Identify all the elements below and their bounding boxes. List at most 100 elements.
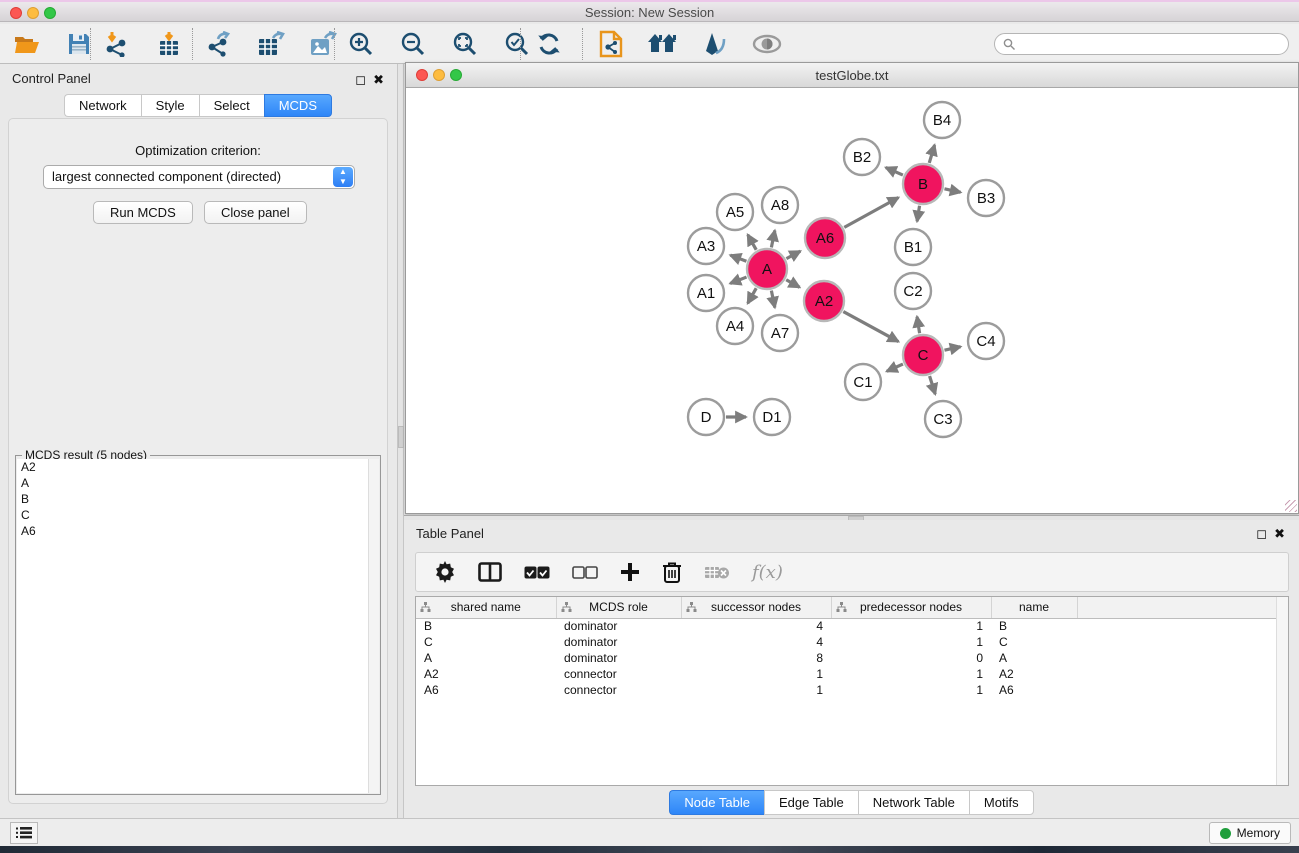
table-cell[interactable]: A <box>416 650 556 666</box>
task-history-button[interactable] <box>10 822 38 844</box>
export-table-icon[interactable] <box>254 27 288 61</box>
mcds-result-item[interactable]: C <box>17 507 369 523</box>
graph-edge-A-A2[interactable] <box>786 280 799 288</box>
zoom-out-icon[interactable] <box>396 27 430 61</box>
network-canvas[interactable]: B4B2BB3A8A5A6A3B1AA1C2A2A4A7C4CC1C3DD1 <box>406 88 1298 513</box>
graph-node-A[interactable]: A <box>747 249 787 289</box>
graph-edge-C-C3[interactable] <box>930 376 936 394</box>
table-cell[interactable]: 4 <box>681 618 831 634</box>
table-cell[interactable]: 1 <box>831 618 991 634</box>
table-row[interactable]: A6connector11A6 <box>416 682 1288 698</box>
graph-node-A4[interactable]: A4 <box>717 308 753 344</box>
table-cell[interactable]: A <box>991 650 1077 666</box>
close-table-panel-icon[interactable]: ✖ <box>1274 526 1285 542</box>
graph-node-C[interactable]: C <box>903 335 943 375</box>
divider-handle[interactable] <box>398 426 404 448</box>
graph-node-B[interactable]: B <box>903 164 943 204</box>
delete-column-icon[interactable] <box>662 557 682 587</box>
column-header-shared-name[interactable]: shared name <box>416 597 556 618</box>
graph-node-C1[interactable]: C1 <box>845 364 881 400</box>
graph-edge-B-B4[interactable] <box>929 145 934 163</box>
vertical-split-divider[interactable] <box>397 64 404 818</box>
table-row[interactable]: Cdominator41C <box>416 634 1288 650</box>
graph-edge-A-A8[interactable] <box>771 230 774 247</box>
table-cell[interactable]: 1 <box>831 682 991 698</box>
table-row[interactable]: Bdominator41B <box>416 618 1288 634</box>
column-header-successor-nodes[interactable]: successor nodes <box>681 597 831 618</box>
graph-edge-A-A4[interactable] <box>748 288 757 303</box>
style-painter-icon[interactable] <box>698 27 732 61</box>
table-tab-edge-table[interactable]: Edge Table <box>764 790 858 815</box>
table-cell[interactable]: A6 <box>416 682 556 698</box>
criterion-dropdown[interactable]: largest connected component (directed) ▲… <box>43 165 355 189</box>
graph-edge-B-B3[interactable] <box>944 189 960 193</box>
table-tab-network-table[interactable]: Network Table <box>858 790 969 815</box>
graph-edge-B-B2[interactable] <box>886 168 903 176</box>
table-cell[interactable]: 8 <box>681 650 831 666</box>
table-cell[interactable]: dominator <box>556 650 681 666</box>
window-resize-grip[interactable] <box>1285 500 1297 512</box>
table-cell[interactable]: 0 <box>831 650 991 666</box>
graph-edge-B-B1[interactable] <box>917 206 919 222</box>
table-cell[interactable]: dominator <box>556 618 681 634</box>
function-builder-icon[interactable]: f(x) <box>752 557 783 587</box>
select-all-columns-icon[interactable] <box>524 557 550 587</box>
refresh-icon[interactable] <box>532 27 566 61</box>
mcds-result-list[interactable]: A2ABCA6 <box>17 459 369 793</box>
table-settings-icon[interactable] <box>434 557 456 587</box>
network-window-titlebar[interactable]: testGlobe.txt <box>406 63 1298 88</box>
table-cell[interactable]: A2 <box>991 666 1077 682</box>
graph-node-B1[interactable]: B1 <box>895 229 931 265</box>
mcds-result-item[interactable]: A6 <box>17 523 369 539</box>
table-cell[interactable]: dominator <box>556 634 681 650</box>
table-cell[interactable]: 1 <box>831 634 991 650</box>
table-cell[interactable]: A2 <box>416 666 556 682</box>
table-row[interactable]: Adominator80A <box>416 650 1288 666</box>
graph-node-A5[interactable]: A5 <box>717 194 753 230</box>
control-tab-select[interactable]: Select <box>199 94 264 117</box>
graph-edge-A-A7[interactable] <box>771 291 774 308</box>
mcds-result-item[interactable]: A2 <box>17 459 369 475</box>
graph-edge-C-C4[interactable] <box>944 347 960 351</box>
graph-node-B3[interactable]: B3 <box>968 180 1004 216</box>
graph-edge-C-C2[interactable] <box>917 317 920 334</box>
table-cell[interactable]: A6 <box>991 682 1077 698</box>
column-header-name[interactable]: name <box>991 597 1077 618</box>
table-cell[interactable]: connector <box>556 682 681 698</box>
graph-node-A7[interactable]: A7 <box>762 315 798 351</box>
export-network-icon[interactable] <box>202 27 236 61</box>
mcds-result-scrollbar[interactable] <box>368 459 379 793</box>
mcds-result-item[interactable]: A <box>17 475 369 491</box>
float-panel-icon[interactable]: ◻ <box>355 72 366 88</box>
network-graph[interactable]: B4B2BB3A8A5A6A3B1AA1C2A2A4A7C4CC1C3DD1 <box>406 88 1298 513</box>
import-table-icon[interactable] <box>152 27 186 61</box>
graph-node-A6[interactable]: A6 <box>805 218 845 258</box>
column-header-MCDS-role[interactable]: MCDS role <box>556 597 681 618</box>
graph-node-C4[interactable]: C4 <box>968 323 1004 359</box>
add-column-icon[interactable] <box>620 557 640 587</box>
graph-edge-C-C1[interactable] <box>887 364 903 371</box>
first-neighbors-icon[interactable] <box>646 27 680 61</box>
node-table[interactable]: shared nameMCDS rolesuccessor nodesprede… <box>415 596 1289 786</box>
graph-node-D[interactable]: D <box>688 399 724 435</box>
column-selector-icon[interactable] <box>478 557 502 587</box>
table-cell[interactable]: 1 <box>681 666 831 682</box>
zoom-selected-icon[interactable] <box>500 27 534 61</box>
graph-edge-A6-B[interactable] <box>844 198 898 228</box>
new-network-from-selection-icon[interactable] <box>594 27 628 61</box>
graph-edge-A-A6[interactable] <box>786 251 800 258</box>
table-cell[interactable]: 1 <box>831 666 991 682</box>
close-panel-icon[interactable]: ✖ <box>373 72 384 88</box>
column-header-predecessor-nodes[interactable]: predecessor nodes <box>831 597 991 618</box>
table-cell[interactable]: B <box>416 618 556 634</box>
control-tab-network[interactable]: Network <box>64 94 141 117</box>
search-input[interactable] <box>1016 35 1288 53</box>
graph-node-D1[interactable]: D1 <box>754 399 790 435</box>
table-cell[interactable]: 4 <box>681 634 831 650</box>
graph-node-B4[interactable]: B4 <box>924 102 960 138</box>
control-tab-style[interactable]: Style <box>141 94 199 117</box>
zoom-in-icon[interactable] <box>344 27 378 61</box>
table-cell[interactable]: C <box>991 634 1077 650</box>
table-cell[interactable]: B <box>991 618 1077 634</box>
mcds-result-item[interactable]: B <box>17 491 369 507</box>
